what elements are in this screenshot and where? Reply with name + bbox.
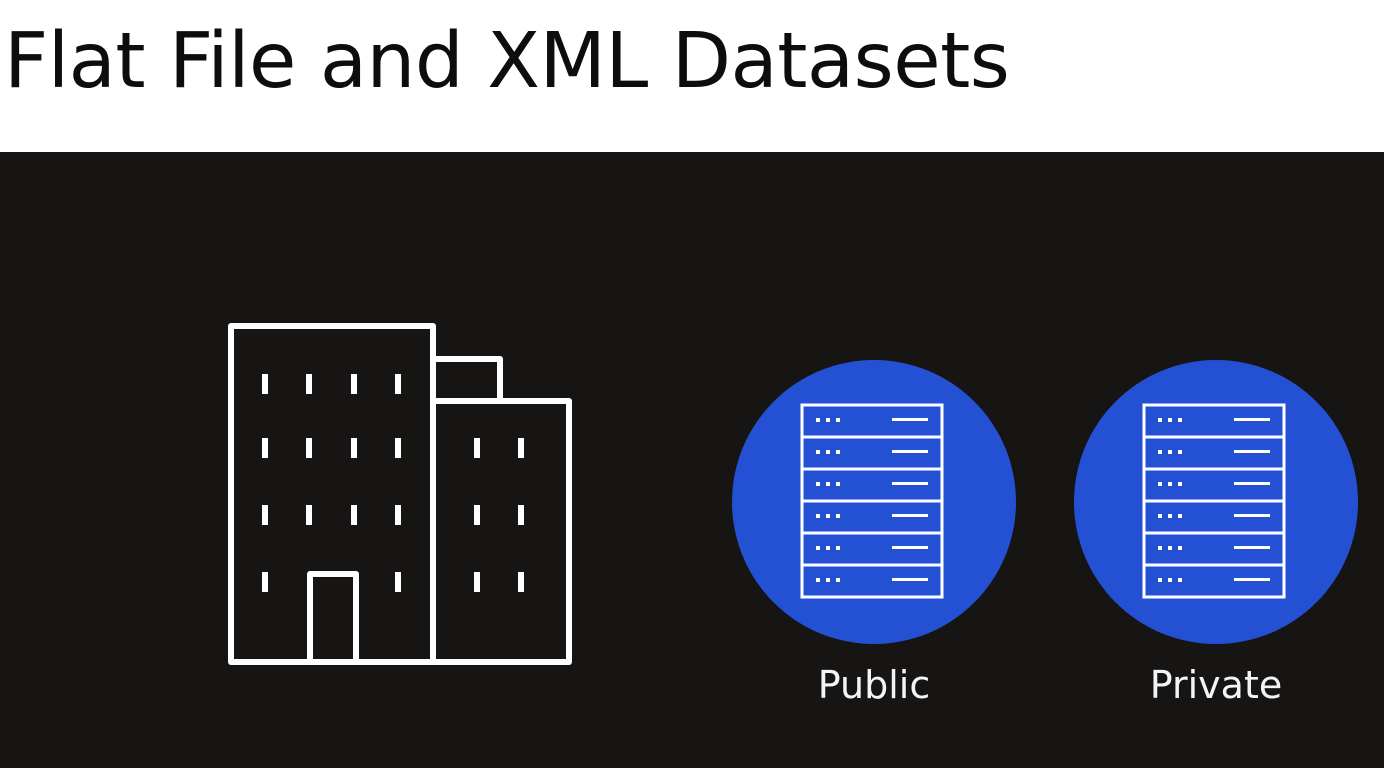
dataset-label-private: Private xyxy=(1149,663,1283,707)
server-rack-icon xyxy=(1074,360,1358,644)
dataset-private: Private xyxy=(1074,360,1358,720)
slide-stage: Public Private xyxy=(0,152,1384,768)
office-building-icon xyxy=(228,323,572,665)
slide: Flat File and XML Datasets Public Privat… xyxy=(0,0,1384,768)
dataset-public: Public xyxy=(732,360,1016,720)
slide-title: Flat File and XML Datasets xyxy=(4,17,1010,106)
server-rack-icon xyxy=(732,360,1016,644)
dataset-label-public: Public xyxy=(817,663,931,707)
title-bar: Flat File and XML Datasets xyxy=(0,0,1384,152)
